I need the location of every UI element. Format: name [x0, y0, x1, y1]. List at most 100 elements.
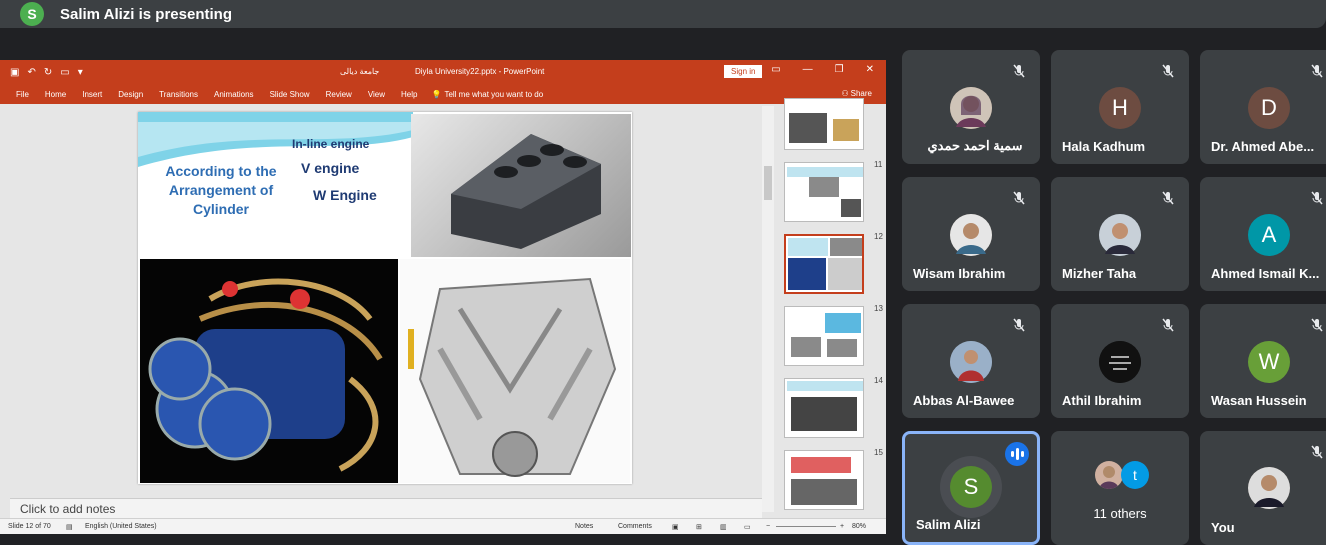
slide-scrollbar[interactable]	[762, 106, 774, 512]
ppt-statusbar: Slide 12 of 70 ▤ English (United States)…	[0, 518, 886, 534]
title-filename: Diyla University22.pptx - PowerPoint	[415, 67, 545, 76]
maximize-icon[interactable]: ❐	[835, 64, 844, 75]
spellcheck-icon[interactable]: ▤	[66, 523, 73, 531]
comments-toggle[interactable]: Comments	[618, 523, 652, 530]
participant-avatar: S	[950, 466, 992, 508]
presenter-text: Salim Alizi is presenting	[60, 5, 232, 23]
sorter-view-icon[interactable]: ⊞	[696, 523, 702, 531]
shared-screen: ▣ ↶ ↻ ▭ ▾ جامعة ديالى Diyla University22…	[0, 60, 886, 534]
participant-tile[interactable]: Abbas Al-Bawee	[902, 304, 1040, 418]
participant-photo	[1099, 214, 1141, 256]
slideshow-icon[interactable]: ▭	[60, 67, 69, 78]
zoom-slider[interactable]	[776, 526, 836, 527]
lightbulb-icon: 💡	[431, 89, 442, 99]
thumbnail-13[interactable]	[784, 306, 864, 366]
ribbon-tabs: File Home Insert Design Transitions Anim…	[0, 84, 886, 104]
notes-pane[interactable]: Click to add notes	[10, 498, 762, 518]
participant-tile[interactable]: Mizher Taha	[1051, 177, 1189, 291]
participant-tile-self[interactable]: You	[1200, 431, 1326, 545]
tab-transitions[interactable]: Transitions	[159, 90, 198, 99]
thumbnail-14[interactable]	[784, 378, 864, 438]
participant-tile[interactable]: H Hala Kadhum	[1051, 50, 1189, 164]
participant-name: Athil Ibrahim	[1062, 393, 1142, 408]
participant-tile[interactable]: Wisam Ibrahim	[902, 177, 1040, 291]
tab-slideshow[interactable]: Slide Show	[270, 90, 310, 99]
share-button[interactable]: ⚇ Share	[841, 89, 872, 98]
tell-me-search[interactable]: 💡 Tell me what you want to do	[431, 90, 543, 99]
person-icon: ⚇	[841, 89, 849, 98]
minimize-icon[interactable]: —	[803, 64, 813, 75]
zoom-level[interactable]: 80%	[852, 523, 866, 530]
tab-file[interactable]: File	[16, 90, 29, 99]
participant-name: Wisam Ibrahim	[913, 266, 1006, 281]
participant-name: You	[1211, 520, 1235, 535]
title-arabic: جامعة ديالى	[340, 67, 380, 76]
w-engine-text: W Engine	[313, 187, 377, 203]
share-label: Share	[850, 89, 872, 98]
mic-off-icon	[1306, 187, 1326, 209]
participant-photo	[950, 214, 992, 256]
notes-toggle[interactable]: Notes	[575, 523, 593, 530]
reading-view-icon[interactable]: ▥	[720, 523, 727, 531]
signin-button[interactable]: Sign in	[724, 65, 763, 78]
tab-help[interactable]: Help	[401, 90, 417, 99]
presenter-banner: S Salim Alizi is presenting	[0, 0, 1326, 28]
thumbnail-11[interactable]	[784, 162, 864, 222]
slide-pane: In-line engine According to the Arrangem…	[10, 106, 762, 498]
participant-avatar: W	[1248, 341, 1290, 383]
participant-name: Abbas Al-Bawee	[913, 393, 1015, 408]
others-photo	[1095, 461, 1123, 489]
participant-avatar: A	[1248, 214, 1290, 256]
close-icon[interactable]: ✕	[866, 64, 874, 75]
mic-off-icon	[1306, 441, 1326, 463]
tab-design[interactable]: Design	[118, 90, 143, 99]
participant-name: سمية احمد حمدي	[927, 138, 1023, 153]
others-avatar: t	[1121, 461, 1149, 489]
v-engine-text: V engine	[301, 160, 360, 176]
participant-tile[interactable]: A Ahmed Ismail K...	[1200, 177, 1326, 291]
participant-name: Mizher Taha	[1062, 266, 1137, 281]
normal-view-icon[interactable]: ▣	[672, 523, 679, 531]
participant-photo	[1248, 467, 1290, 509]
participant-tile-presenter[interactable]: S Salim Alizi	[902, 431, 1040, 545]
slideshow-view-icon[interactable]: ▭	[744, 523, 751, 531]
thumbnail-10[interactable]	[784, 98, 864, 150]
w-engine-image	[140, 259, 398, 483]
zoom-in-icon[interactable]: +	[840, 523, 844, 530]
tab-view[interactable]: View	[368, 90, 385, 99]
mic-off-icon	[1008, 60, 1030, 82]
zoom-out-icon[interactable]: −	[766, 523, 770, 530]
save-icon[interactable]: ▣	[10, 67, 19, 78]
participant-photo	[950, 87, 992, 129]
ppt-titlebar: ▣ ↶ ↻ ▭ ▾ جامعة ديالى Diyla University22…	[0, 60, 886, 84]
thumbnail-number: 13	[874, 304, 883, 313]
presenter-avatar: S	[20, 2, 44, 26]
thumbnail-15[interactable]	[784, 450, 864, 510]
undo-icon[interactable]: ↶	[27, 67, 35, 78]
participant-tile[interactable]: D Dr. Ahmed Abe...	[1200, 50, 1326, 164]
others-tile[interactable]: t 11 others	[1051, 431, 1189, 545]
tab-animations[interactable]: Animations	[214, 90, 254, 99]
participant-tile[interactable]: Athil Ibrahim	[1051, 304, 1189, 418]
scrollbar-thumb[interactable]	[764, 166, 772, 200]
ribbon-display-icon[interactable]: ▭	[771, 64, 780, 75]
tab-review[interactable]: Review	[326, 90, 352, 99]
participant-tile[interactable]: سمية احمد حمدي	[902, 50, 1040, 164]
thumbnail-12-selected[interactable]	[784, 234, 864, 294]
participant-tile[interactable]: W Wasan Hussein	[1200, 304, 1326, 418]
tab-insert[interactable]: Insert	[82, 90, 102, 99]
mic-off-icon	[1008, 314, 1030, 336]
tab-home[interactable]: Home	[45, 90, 66, 99]
inline-engine-text: In-line engine	[292, 137, 370, 151]
participant-name: Hala Kadhum	[1062, 139, 1146, 154]
redo-icon[interactable]: ↻	[44, 67, 52, 78]
participant-name: Dr. Ahmed Abe...	[1211, 139, 1315, 154]
participant-photo	[950, 341, 992, 383]
thumbnail-number: 15	[874, 448, 883, 457]
current-slide[interactable]: In-line engine According to the Arrangem…	[138, 112, 632, 484]
language-label[interactable]: English (United States)	[85, 523, 157, 530]
quick-access-toolbar: ▣ ↶ ↻ ▭ ▾	[10, 67, 83, 78]
customize-icon[interactable]: ▾	[78, 67, 83, 78]
thumbnail-number: 11	[874, 160, 883, 169]
participant-name: Salim Alizi	[916, 517, 981, 532]
